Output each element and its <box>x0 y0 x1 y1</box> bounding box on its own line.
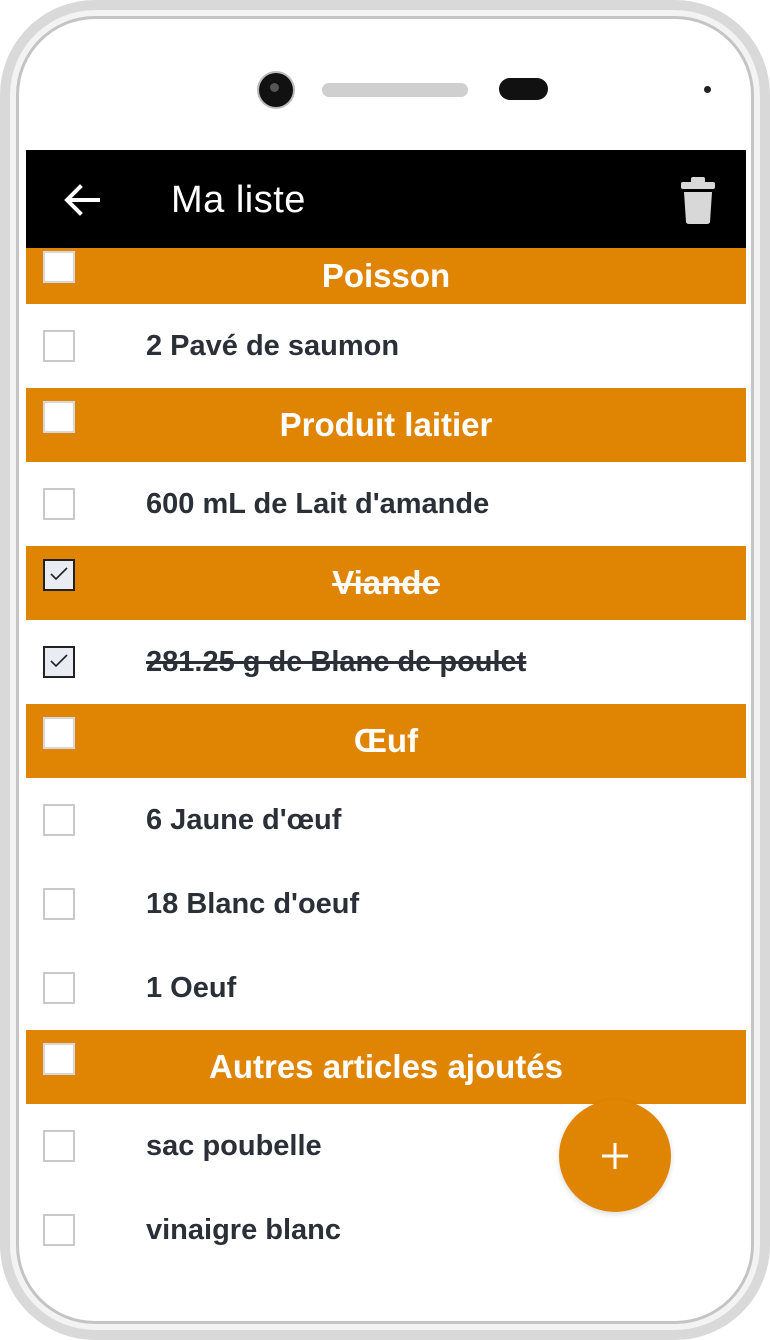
add-item-button[interactable] <box>559 1100 671 1212</box>
plus-icon <box>602 1143 628 1169</box>
back-button[interactable] <box>60 178 104 222</box>
arrow-left-icon <box>64 184 100 216</box>
category-label: Viande <box>332 564 440 601</box>
category-header: Poisson <box>26 248 746 304</box>
app-bar: Ma liste <box>26 150 746 248</box>
item-checkbox[interactable] <box>43 488 75 520</box>
item-label: 281.25 g de Blanc de poulet <box>146 645 527 678</box>
item-checkbox[interactable] <box>43 1130 75 1162</box>
checkmark-icon <box>50 567 68 581</box>
item-label: vinaigre blanc <box>146 1213 342 1246</box>
earpiece-speaker <box>322 83 468 97</box>
list-item: 18 Blanc d'oeuf <box>26 862 746 946</box>
item-label: sac poubelle <box>146 1129 322 1162</box>
item-label: 2 Pavé de saumon <box>146 329 400 362</box>
list-item: 600 mL de Lait d'amande <box>26 462 746 546</box>
category-checkbox[interactable] <box>43 559 75 591</box>
checkmark-icon <box>50 654 68 668</box>
category-checkbox[interactable] <box>43 251 75 283</box>
list-item: 1 Oeuf <box>26 946 746 1030</box>
item-checkbox[interactable] <box>43 804 75 836</box>
list-item: 2 Pavé de saumon <box>26 304 746 388</box>
front-camera <box>259 73 293 107</box>
category-header: Autres articles ajoutés <box>26 1030 746 1104</box>
page-title: Ma liste <box>171 179 306 221</box>
item-checkbox[interactable] <box>43 330 75 362</box>
item-label: 6 Jaune d'œuf <box>146 803 342 836</box>
item-checkbox[interactable] <box>43 972 75 1004</box>
category-checkbox[interactable] <box>43 401 75 433</box>
status-led <box>704 86 711 93</box>
category-header: Œuf <box>26 704 746 778</box>
category-label: Poisson <box>321 257 451 294</box>
category-checkbox[interactable] <box>43 1043 75 1075</box>
category-label: Produit laitier <box>279 406 493 443</box>
list-item: 6 Jaune d'œuf <box>26 778 746 862</box>
category-label: Œuf <box>353 722 419 759</box>
category-label: Autres articles ajoutés <box>209 1048 563 1085</box>
item-checkbox[interactable] <box>43 646 75 678</box>
category-header: Viande <box>26 546 746 620</box>
item-checkbox[interactable] <box>43 1214 75 1246</box>
category-header: Produit laitier <box>26 388 746 462</box>
category-checkbox[interactable] <box>43 717 75 749</box>
item-checkbox[interactable] <box>43 888 75 920</box>
delete-list-button[interactable] <box>678 174 718 226</box>
list-item: 281.25 g de Blanc de poulet <box>26 620 746 704</box>
app-screen: Ma liste Poisson 2 Pavé de saumon Produit … <box>26 150 746 1272</box>
item-label: 1 Oeuf <box>146 971 237 1004</box>
item-label: 600 mL de Lait d'amande <box>146 487 490 520</box>
item-label: 18 Blanc d'oeuf <box>146 887 360 920</box>
proximity-sensor <box>499 78 548 100</box>
trash-icon <box>681 177 715 224</box>
